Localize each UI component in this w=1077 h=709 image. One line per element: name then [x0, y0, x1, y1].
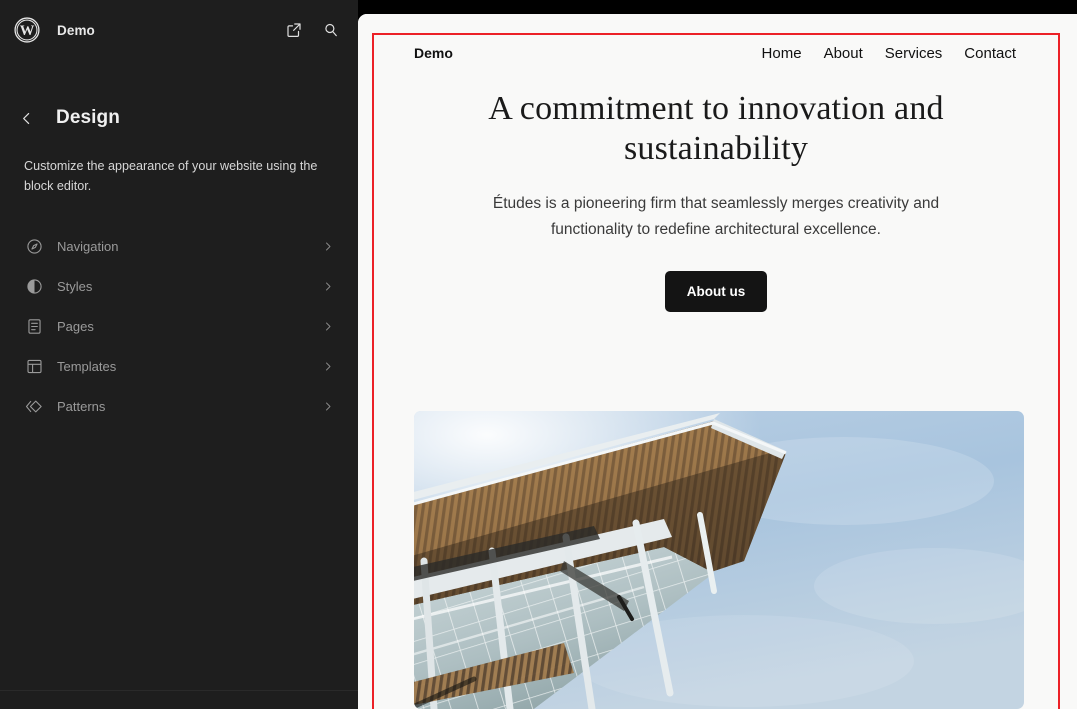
navigation-compass-icon [24, 236, 44, 256]
nav-link-about[interactable]: About [824, 45, 863, 62]
page-title: Design [56, 107, 120, 128]
sidebar-header-actions [283, 19, 342, 41]
about-us-button[interactable]: About us [664, 271, 768, 312]
sidebar-header: W Demo [0, 0, 358, 60]
nav-link-home[interactable]: Home [762, 45, 802, 62]
search-icon[interactable] [320, 19, 342, 41]
sidebar-item-pages[interactable]: Pages [24, 306, 334, 346]
sidebar-item-templates[interactable]: Templates [24, 346, 334, 386]
editor-sidebar: W Demo Design Customize the appearance o… [0, 0, 358, 709]
sidebar-item-label: Navigation [57, 238, 119, 254]
sidebar-item-patterns[interactable]: Patterns [24, 386, 334, 426]
chevron-left-icon[interactable] [16, 108, 36, 128]
svg-text:W: W [20, 23, 35, 39]
site-title: Demo [57, 22, 95, 38]
chevron-right-icon [322, 280, 334, 292]
patterns-diamonds-icon [24, 396, 44, 416]
sidebar-divider [0, 690, 358, 691]
nav-link-services[interactable]: Services [885, 45, 943, 62]
site-header: Demo Home About Services Contact [372, 33, 1060, 73]
app-root: W Demo Design Customize the appearance o… [0, 0, 1077, 709]
pages-document-icon [24, 316, 44, 336]
architecture-photo-illustration [414, 411, 1024, 709]
chevron-right-icon [322, 320, 334, 332]
sidebar-item-label: Pages [57, 318, 94, 334]
chevron-right-icon [322, 240, 334, 252]
sidebar-item-navigation[interactable]: Navigation [24, 226, 334, 266]
wordpress-logo-icon[interactable]: W [14, 17, 40, 43]
site-brand[interactable]: Demo [414, 45, 453, 61]
sidebar-description: Customize the appearance of your website… [24, 159, 318, 193]
sidebar-title-row: Design [0, 104, 358, 132]
hero-image[interactable] [414, 411, 1024, 709]
sidebar-item-label: Patterns [57, 398, 106, 414]
styles-contrast-icon [24, 276, 44, 296]
sidebar-nav: Navigation Styles Pages Templates Patter… [0, 226, 358, 426]
site-nav: Home About Services Contact [762, 45, 1016, 62]
chevron-right-icon [322, 360, 334, 372]
hero-section: A commitment to innovation and sustainab… [372, 89, 1060, 312]
sidebar-item-label: Templates [57, 358, 117, 374]
sidebar-item-label: Styles [57, 278, 93, 294]
external-link-icon[interactable] [283, 19, 305, 41]
nav-link-contact[interactable]: Contact [964, 45, 1016, 62]
templates-layout-icon [24, 356, 44, 376]
chevron-right-icon [322, 400, 334, 412]
site-preview-panel[interactable]: Demo Home About Services Contact A commi… [358, 14, 1077, 709]
hero-subtitle[interactable]: Études is a pioneering firm that seamles… [408, 191, 1024, 243]
sidebar-item-styles[interactable]: Styles [24, 266, 334, 306]
hero-heading[interactable]: A commitment to innovation and sustainab… [408, 89, 1024, 169]
